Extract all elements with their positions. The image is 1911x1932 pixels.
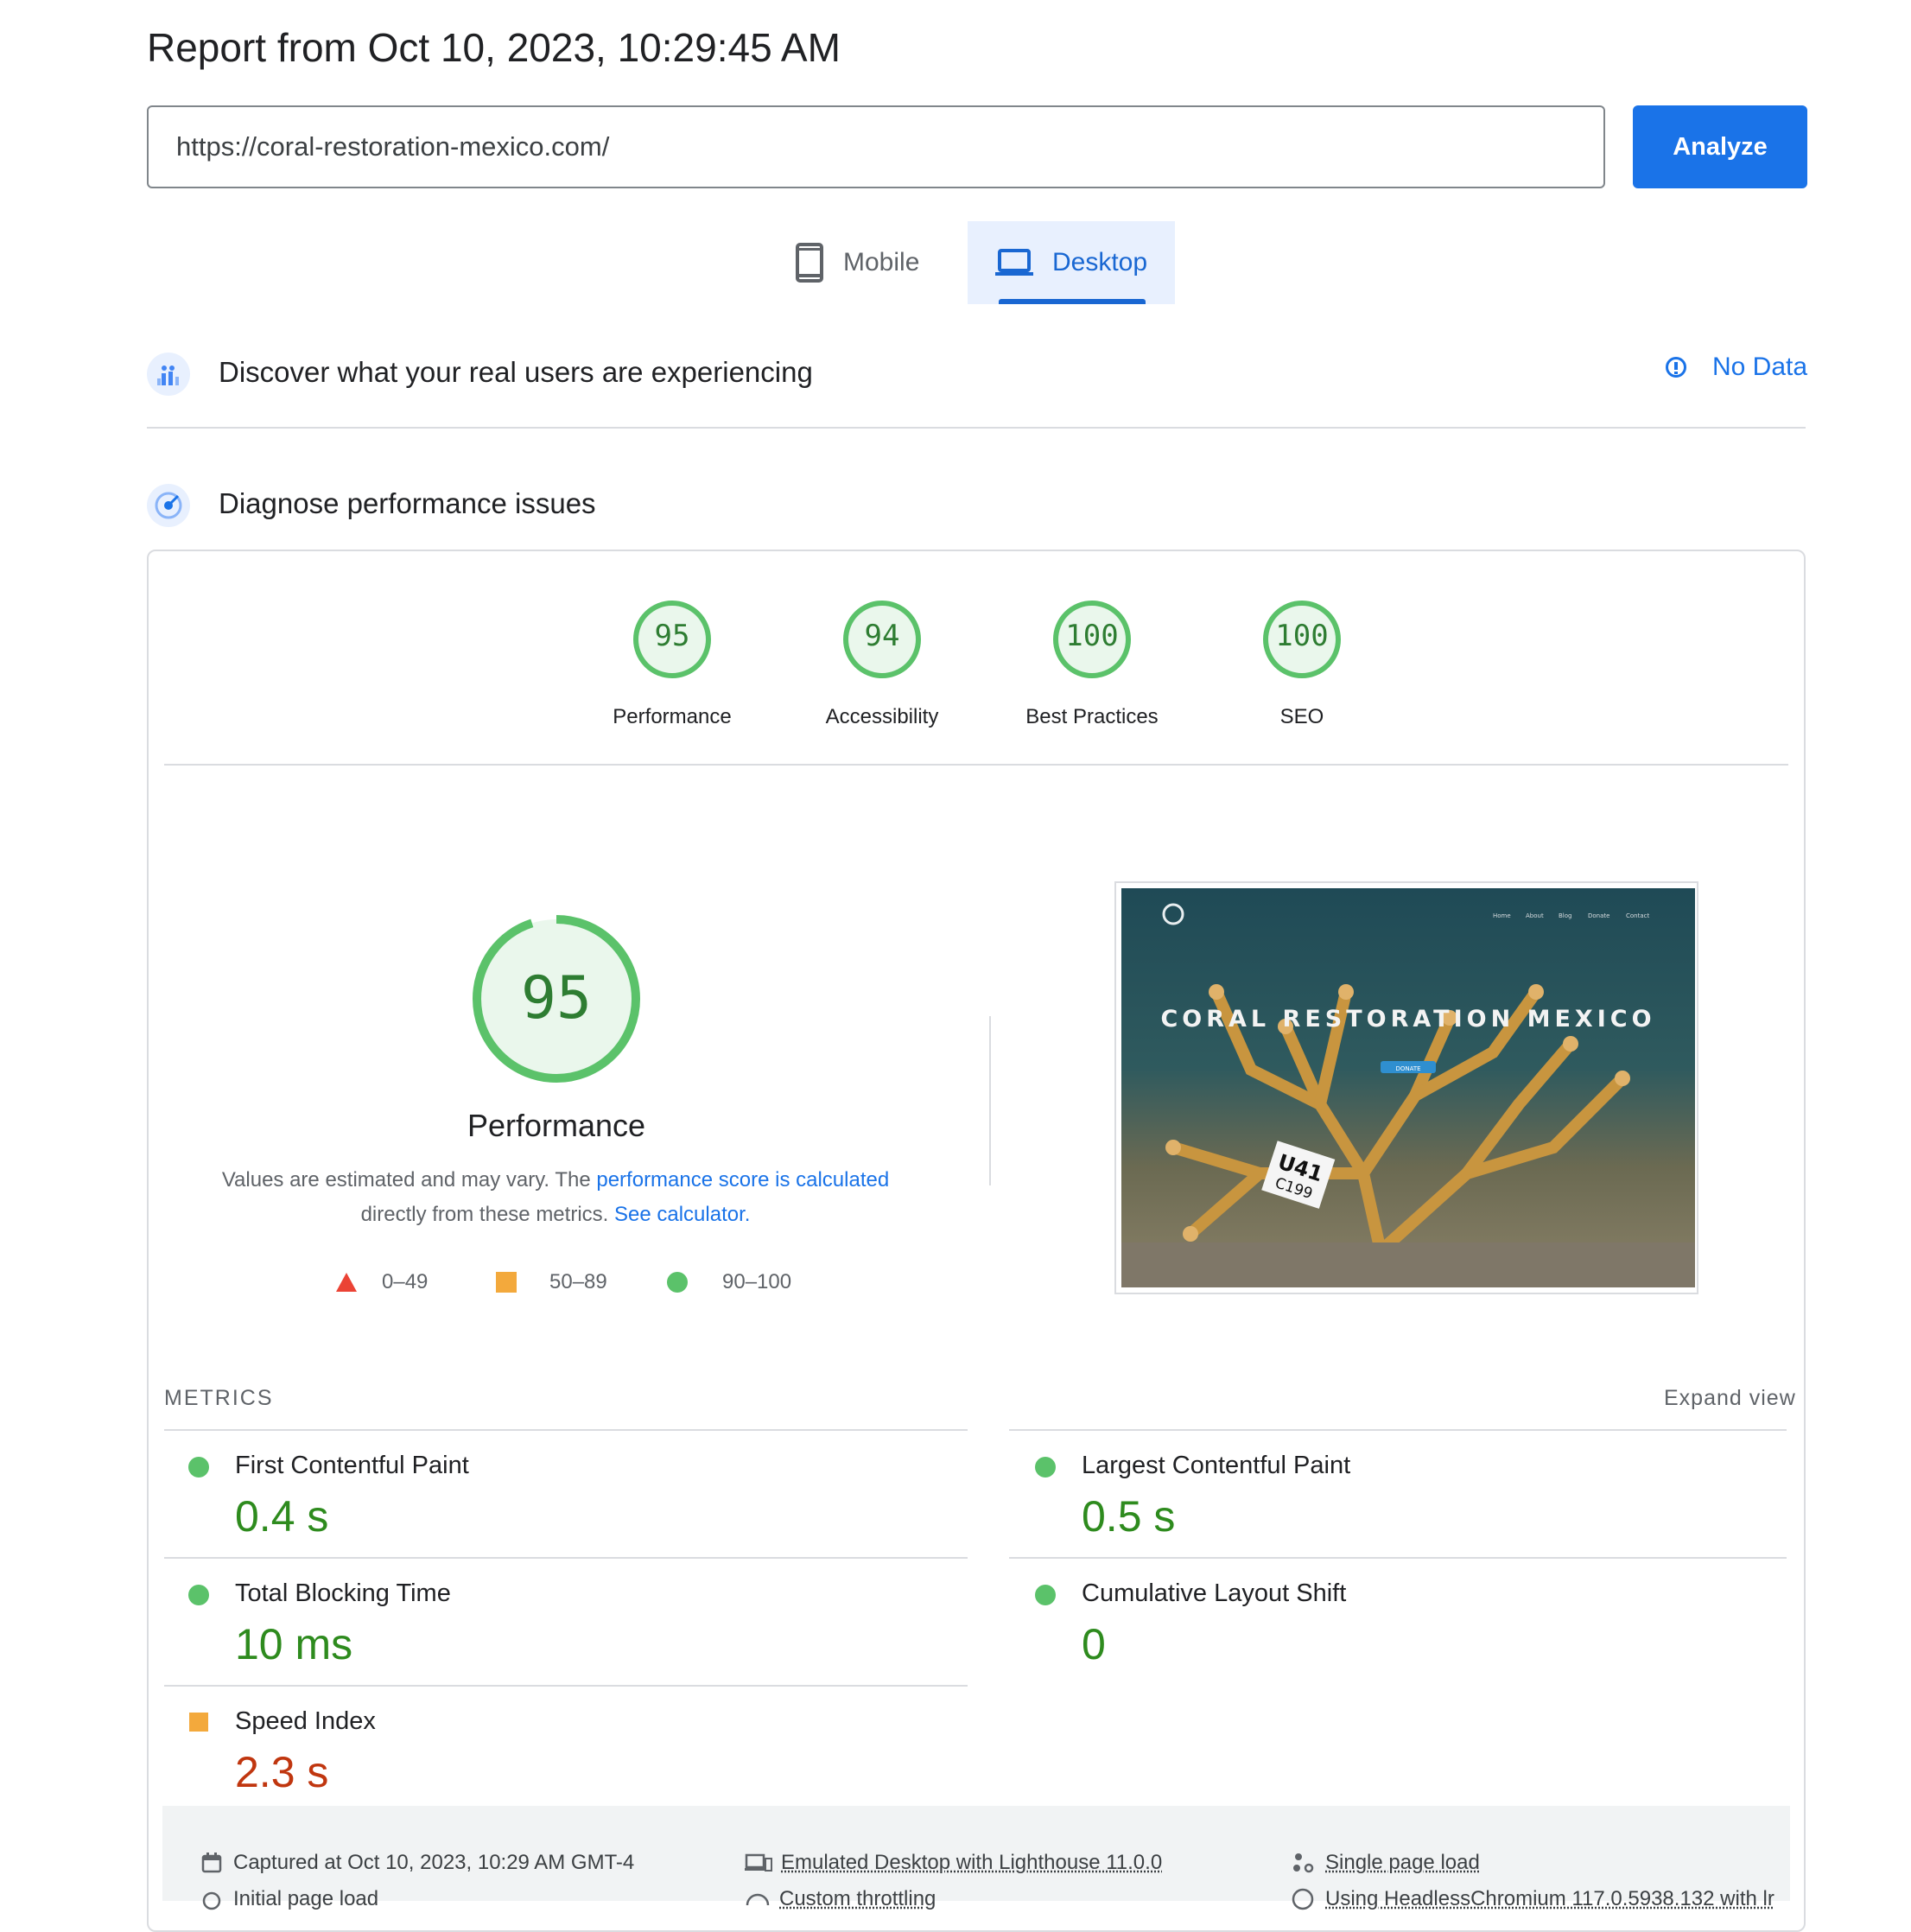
users-chart-icon bbox=[147, 353, 190, 396]
metric-lcp-name: Largest Contentful Paint bbox=[1082, 1452, 1351, 1479]
custom-throttling[interactable]: Custom throttling bbox=[745, 1887, 936, 1911]
metrics-divider-left bbox=[164, 1429, 968, 1431]
metric-si-name: Speed Index bbox=[235, 1707, 376, 1735]
legend-poor: 0–49 bbox=[335, 1270, 428, 1294]
metrics-row-divider bbox=[164, 1685, 968, 1687]
timer-icon bbox=[202, 1891, 221, 1910]
square-icon bbox=[496, 1272, 517, 1293]
legend-good-label: 90–100 bbox=[722, 1270, 792, 1293]
metric-fcp-name: First Contentful Paint bbox=[235, 1452, 469, 1479]
good-circle-icon bbox=[188, 1585, 209, 1605]
score-calculated-link[interactable]: performance score is calculated bbox=[596, 1168, 889, 1192]
captured-at: Captured at Oct 10, 2023, 10:29 AM GMT-4 bbox=[200, 1851, 634, 1875]
legend-average-label: 50–89 bbox=[549, 1270, 607, 1293]
legend-poor-label: 0–49 bbox=[382, 1270, 429, 1293]
emulated-device-label: Emulated Desktop with Lighthouse 11.0.0 bbox=[781, 1851, 1163, 1874]
no-data-label: No Data bbox=[1712, 353, 1808, 381]
calendar-icon bbox=[201, 1853, 222, 1873]
metric-cls-name: Cumulative Layout Shift bbox=[1082, 1579, 1347, 1607]
diagnose-title: Diagnose performance issues bbox=[219, 487, 596, 519]
single-page-load[interactable]: Single page load bbox=[1291, 1851, 1480, 1875]
url-input[interactable]: https://coral-restoration-mexico.com/ bbox=[147, 105, 1605, 188]
screenshot-image: U41 C199 CORAL RESTORATION MEXICO DONATE… bbox=[1121, 888, 1695, 1287]
single-page-load-label: Single page load bbox=[1325, 1851, 1480, 1874]
field-data-title: Discover what your real users are experi… bbox=[219, 356, 813, 388]
captured-at-label: Captured at Oct 10, 2023, 10:29 AM GMT-4 bbox=[233, 1851, 635, 1874]
see-calculator-link[interactable]: See calculator. bbox=[614, 1203, 750, 1226]
metrics-row-divider bbox=[1009, 1557, 1787, 1559]
smartphone-icon bbox=[796, 243, 823, 283]
screenshot-site-title: CORAL RESTORATION MEXICO bbox=[1160, 1006, 1655, 1033]
active-tab-indicator bbox=[999, 299, 1146, 304]
screenshot-nav-3: Donate bbox=[1588, 912, 1609, 919]
metric-lcp-value: 0.5 s bbox=[1082, 1492, 1176, 1541]
tab-desktop-label: Desktop bbox=[1051, 248, 1148, 276]
initial-page-load: Initial page load bbox=[200, 1887, 378, 1911]
desc-prefix: Values are estimated and may vary. The bbox=[221, 1168, 597, 1192]
metric-si-value: 2.3 s bbox=[235, 1748, 329, 1796]
metric-cls-value: 0 bbox=[1082, 1620, 1106, 1668]
gauge-accessibility[interactable]: 94 bbox=[842, 600, 922, 683]
good-circle-icon bbox=[1035, 1457, 1056, 1478]
tab-mobile[interactable]: Mobile bbox=[795, 221, 968, 304]
performance-description: Values are estimated and may vary. The p… bbox=[210, 1163, 901, 1232]
metric-tbt-name: Total Blocking Time bbox=[235, 1579, 451, 1607]
emulated-device[interactable]: Emulated Desktop with Lighthouse 11.0.0 bbox=[745, 1851, 1162, 1875]
legend-average: 50–89 bbox=[496, 1270, 607, 1294]
gauge-accessibility-label: Accessibility bbox=[825, 705, 939, 728]
browser-version[interactable]: Using HeadlessChromium 117.0.5938.132 wi… bbox=[1291, 1887, 1774, 1911]
throttling-icon bbox=[746, 1893, 770, 1906]
expand-view-toggle[interactable]: Expand view bbox=[1664, 1386, 1796, 1411]
legend-good: 90–100 bbox=[667, 1270, 791, 1294]
performance-big-value: 95 bbox=[521, 964, 592, 1033]
gauge-seo-value: 100 bbox=[1275, 619, 1329, 653]
screenshot-nav-1: About bbox=[1526, 912, 1544, 919]
gauge-accessibility-value: 94 bbox=[864, 619, 900, 653]
chrome-icon bbox=[1292, 1888, 1314, 1910]
no-data-link[interactable]: No Data bbox=[1666, 353, 1807, 382]
laptop-icon bbox=[994, 249, 1033, 276]
gauge-best-practices-value: 100 bbox=[1065, 619, 1119, 653]
vertical-divider bbox=[989, 1016, 991, 1185]
circle-icon bbox=[667, 1272, 688, 1293]
performance-big-gauge: 95 bbox=[470, 912, 643, 1085]
metrics-divider-right bbox=[1009, 1429, 1787, 1431]
desc-middle: directly from these metrics. bbox=[360, 1203, 614, 1226]
good-circle-icon bbox=[1035, 1585, 1056, 1605]
screenshot-donate: DONATE bbox=[1395, 1065, 1420, 1072]
custom-throttling-label: Custom throttling bbox=[779, 1887, 936, 1910]
metrics-title: METRICS bbox=[164, 1386, 274, 1410]
metric-fcp-value: 0.4 s bbox=[235, 1492, 329, 1541]
tab-mobile-label: Mobile bbox=[843, 248, 920, 276]
triangle-icon bbox=[336, 1273, 357, 1292]
metric-tbt-value: 10 ms bbox=[235, 1620, 353, 1668]
average-square-icon bbox=[189, 1713, 208, 1732]
screenshot-nav-2: Blog bbox=[1559, 912, 1571, 919]
gauge-performance[interactable]: 95 bbox=[632, 600, 712, 683]
gauge-best-practices[interactable]: 100 bbox=[1052, 600, 1132, 683]
good-circle-icon bbox=[188, 1457, 209, 1478]
metrics-row-divider bbox=[164, 1557, 968, 1559]
gauge-seo[interactable]: 100 bbox=[1262, 600, 1342, 683]
page-title: Report from Oct 10, 2023, 10:29:45 AM bbox=[147, 25, 841, 70]
gauges-divider bbox=[164, 764, 1788, 766]
gauge-performance-value: 95 bbox=[654, 619, 690, 653]
analyze-button[interactable]: Analyze bbox=[1633, 105, 1807, 188]
tab-desktop[interactable]: Desktop bbox=[968, 221, 1175, 304]
screenshot-nav-4: Contact bbox=[1626, 912, 1649, 919]
browser-version-label: Using HeadlessChromium 117.0.5938.132 wi… bbox=[1325, 1887, 1774, 1910]
performance-big-label: Performance bbox=[467, 1108, 646, 1143]
gauge-seo-label: SEO bbox=[1279, 705, 1324, 728]
nodes-icon bbox=[1293, 1853, 1314, 1873]
page-screenshot: U41 C199 CORAL RESTORATION MEXICO DONATE… bbox=[1114, 881, 1698, 1294]
screenshot-nav-0: Home bbox=[1493, 912, 1511, 919]
gauge-performance-label: Performance bbox=[613, 705, 732, 728]
diagnose-icon bbox=[147, 484, 190, 527]
initial-page-load-label: Initial page load bbox=[233, 1887, 379, 1910]
gauge-best-practices-label: Best Practices bbox=[1025, 705, 1159, 728]
devices-icon bbox=[745, 1853, 772, 1872]
section-divider bbox=[147, 427, 1806, 429]
info-icon bbox=[1666, 357, 1686, 378]
